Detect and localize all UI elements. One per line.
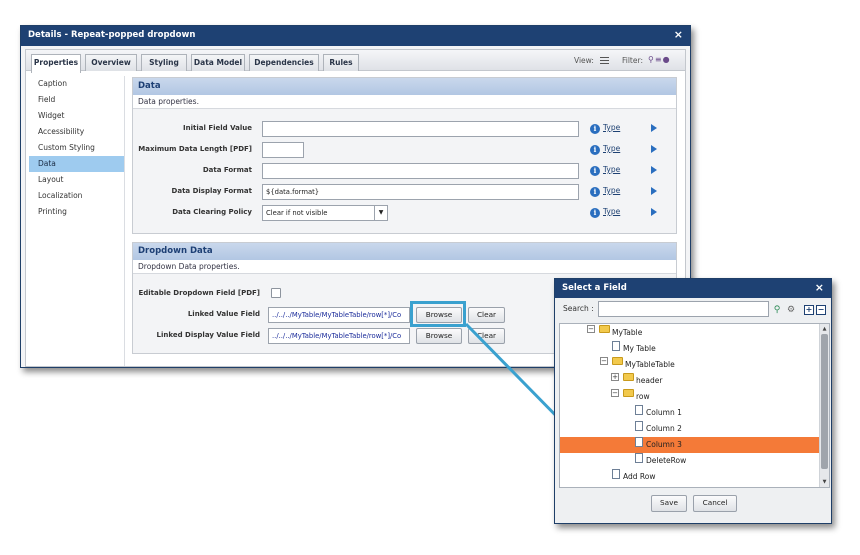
- field-dialog-title: Select a Field: [562, 283, 627, 293]
- tree-node-mytabletable[interactable]: − MyTableTable: [560, 357, 820, 373]
- scroll-up-icon[interactable]: ▲: [821, 325, 828, 333]
- tree-node-column-3[interactable]: Column 3: [560, 437, 820, 453]
- collapse-toggle-icon[interactable]: −: [587, 325, 595, 333]
- tree-scrollbar[interactable]: ▲ ▼: [819, 324, 829, 487]
- tree-node-label: Add Row: [623, 472, 656, 481]
- tree-node-label: Column 3: [646, 440, 682, 449]
- tree-node-label: Column 1: [646, 408, 682, 417]
- scrollbar-thumb[interactable]: [821, 334, 828, 469]
- file-icon: [635, 405, 643, 415]
- tree-node-label: MyTableTable: [625, 360, 675, 369]
- tree-node-column-2[interactable]: Column 2: [560, 421, 820, 437]
- gear-icon[interactable]: ⚙: [786, 305, 796, 315]
- search-input[interactable]: [598, 301, 769, 317]
- tree-node-mytable[interactable]: − MyTable: [560, 325, 820, 341]
- file-icon: [612, 469, 620, 479]
- folder-icon: [623, 389, 634, 397]
- tree-node-row[interactable]: − row: [560, 389, 820, 405]
- field-tree: − MyTable My Table − MyTableTable + head…: [559, 323, 830, 488]
- tree-node-label: header: [636, 376, 663, 385]
- file-icon: [635, 453, 643, 463]
- tree-node-label: DeleteRow: [646, 456, 687, 465]
- tree-node-my-table[interactable]: My Table: [560, 341, 820, 357]
- tree-node-label: Column 2: [646, 424, 682, 433]
- search-label: Search :: [563, 304, 594, 313]
- tree-node-label: row: [636, 392, 650, 401]
- collapse-toggle-icon[interactable]: −: [600, 357, 608, 365]
- scroll-down-icon[interactable]: ▼: [821, 478, 828, 486]
- tab-properties[interactable]: Properties: [31, 54, 81, 73]
- folder-icon: [623, 373, 634, 381]
- file-icon: [635, 437, 643, 447]
- filter-icon[interactable]: ⚲: [772, 305, 782, 315]
- file-icon: [612, 341, 620, 351]
- field-dialog-title-bar: Select a Field ×: [555, 279, 831, 298]
- collapse-all-icon[interactable]: −: [816, 305, 826, 315]
- folder-icon: [599, 325, 610, 333]
- tree-node-deleterow[interactable]: DeleteRow: [560, 453, 820, 469]
- tree-node-column-1[interactable]: Column 1: [560, 405, 820, 421]
- expand-all-icon[interactable]: +: [804, 305, 814, 315]
- tree-node-label: MyTable: [612, 328, 643, 337]
- tree-node-add-row[interactable]: Add Row: [560, 469, 820, 485]
- collapse-toggle-icon[interactable]: −: [611, 389, 619, 397]
- folder-icon: [612, 357, 623, 365]
- tree-node-header[interactable]: + header: [560, 373, 820, 389]
- file-icon: [635, 421, 643, 431]
- expand-toggle-icon[interactable]: +: [611, 373, 619, 381]
- cancel-button[interactable]: Cancel: [693, 495, 737, 512]
- select-field-dialog: Select a Field × Search : ⚲ ⚙ + − − MyTa…: [554, 278, 832, 524]
- save-button[interactable]: Save: [651, 495, 687, 512]
- tree-node-label: My Table: [623, 344, 656, 353]
- close-icon[interactable]: ×: [815, 281, 824, 295]
